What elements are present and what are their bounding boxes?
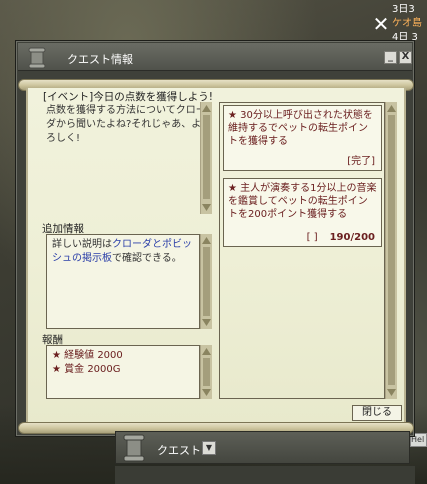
window-title: クエスト情報 (67, 53, 133, 66)
window-titlebar[interactable]: クエスト情報 _ X (18, 43, 412, 71)
scroll-up-arrow-icon[interactable] (202, 237, 211, 244)
task-description: ★ 主人が演奏する1分以上の音楽を鑑賞してペットの転生ポイントを200ポイント獲… (228, 183, 377, 220)
additional-info-scrollbar[interactable] (200, 234, 212, 329)
side-location-text: ケオ島 (392, 18, 422, 29)
description-scrollbar[interactable] (200, 102, 212, 214)
task-progress: [ ] 190/200 (307, 232, 375, 243)
reward-list: ★ 経験値 2000 ★ 賞金 2000G (52, 349, 195, 377)
scrollbar-thumb[interactable] (388, 115, 395, 385)
task-progress-bracket: [ ] (306, 232, 318, 243)
quest-info-window: クエスト情報 _ X [イベント]今日の点数を獲得しよう! 点数を獲得する方法に… (15, 40, 415, 437)
task-card-in-progress: ★ 主人が演奏する1分以上の音楽を鑑賞してペットの転生ポイントを200ポイント獲… (223, 178, 382, 247)
reward-scrollbar[interactable] (200, 345, 212, 399)
scroll-down-arrow-icon[interactable] (202, 319, 211, 326)
scroll-down-arrow-icon[interactable] (202, 204, 211, 211)
scroll-icon (123, 434, 145, 462)
additional-info-prefix: 詳しい説明は (52, 239, 112, 250)
additional-info-suffix: で確認できる。 (112, 253, 182, 264)
close-window-button[interactable]: X (399, 51, 412, 64)
minimize-button[interactable]: _ (384, 51, 397, 64)
task-description: ★ 30分以上呼び出された状態を維持するでペットの転生ポイントを獲得する (228, 110, 373, 147)
scroll-up-arrow-icon[interactable] (387, 105, 396, 112)
scrollbar-thumb[interactable] (203, 247, 210, 316)
scrollbar-thumb[interactable] (203, 358, 210, 386)
additional-info-panel: 詳しい説明はクローダとポビッシュの掲示板で確認できる。 (46, 234, 200, 329)
scroll-down-arrow-icon[interactable] (387, 389, 396, 396)
additional-info-text: 詳しい説明はクローダとポビッシュの掲示板で確認できる。 (52, 238, 195, 266)
close-quest-button[interactable]: 閉じる (352, 405, 402, 421)
scroll-up-arrow-icon[interactable] (202, 348, 211, 355)
reward-item: ★ 賞金 2000G (52, 364, 121, 375)
bottom-strip (115, 466, 415, 484)
reward-item: ★ 経験値 2000 (52, 350, 123, 361)
quest-bar[interactable]: クエスト ▼ (115, 431, 410, 464)
scroll-down-arrow-icon[interactable] (202, 389, 211, 396)
scroll-icon (28, 47, 46, 69)
scroll-up-arrow-icon[interactable] (202, 105, 211, 112)
scrollbar-thumb[interactable] (203, 115, 210, 199)
task-scrollbar[interactable] (385, 102, 397, 399)
quest-bar-label: クエスト (157, 444, 201, 457)
side-date-text: 3日3 (392, 4, 415, 15)
chevron-down-icon[interactable]: ▼ (202, 441, 216, 455)
reward-panel: ★ 経験値 2000 ★ 賞金 2000G (46, 345, 200, 399)
hud-close-icon[interactable]: ✕ (371, 14, 391, 34)
task-status: [完了] (347, 156, 375, 167)
task-progress-count: 190/200 (329, 232, 375, 243)
task-card-completed: ★ 30分以上呼び出された状態を維持するでペットの転生ポイントを獲得する [完了… (223, 105, 382, 171)
quest-description: 点数を獲得する方法についてクローダから聞いたよね?それじゃあ、よろしく! (46, 105, 206, 144)
quest-description-panel: 点数を獲得する方法についてクローダから聞いたよね?それじゃあ、よろしく! (41, 102, 212, 214)
